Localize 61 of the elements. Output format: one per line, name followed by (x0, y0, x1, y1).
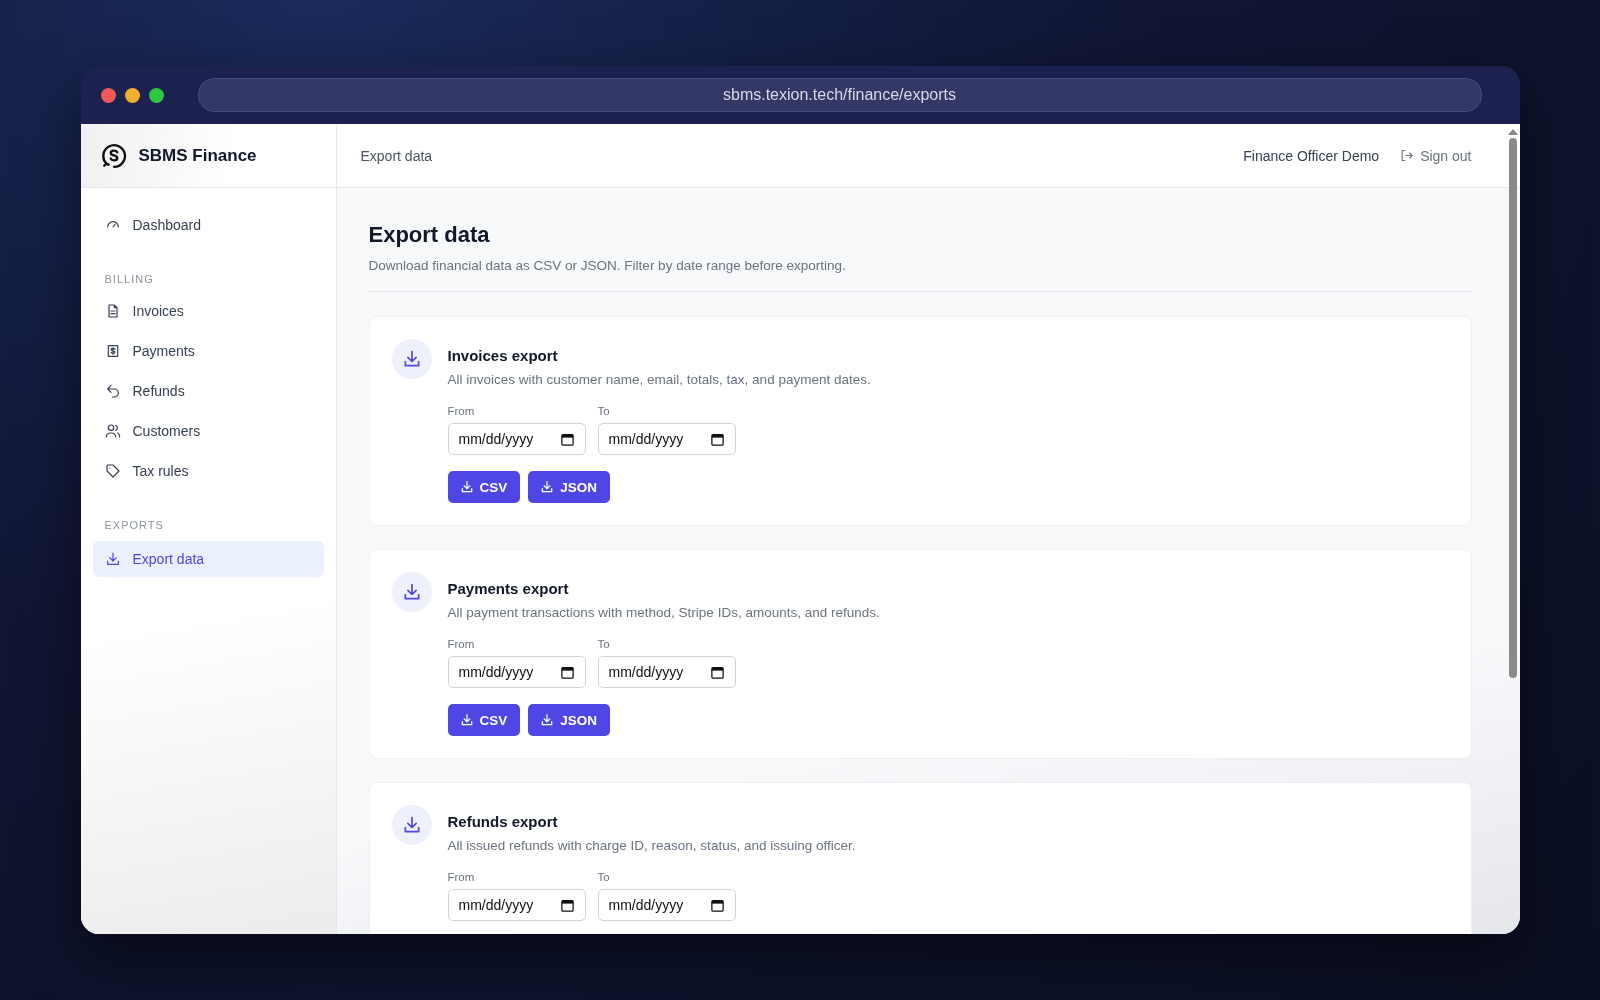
sidebar-item[interactable]: Customers (92, 411, 324, 451)
download-icon (459, 480, 474, 494)
field-label: From (447, 405, 476, 417)
card-title: Payments export (447, 580, 570, 597)
calendar-icon[interactable] (559, 664, 575, 680)
calendar-icon[interactable] (709, 897, 725, 913)
sidebar-item[interactable]: Dashboard (92, 205, 324, 245)
sidebar-item[interactable]: Tax rules (92, 451, 324, 491)
minimize-dot[interactable] (124, 87, 140, 103)
field-label: To (597, 871, 611, 883)
field-label: To (597, 638, 611, 650)
nav-icon (104, 551, 121, 567)
card-description: All invoices with customer name, email, totals, tax, and payment dates. (447, 372, 871, 387)
download-icon (540, 713, 555, 727)
brand-name: SBMS Finance (138, 145, 257, 166)
sidebar-item[interactable]: Invoices (92, 291, 324, 331)
breadcrumb: Export data (360, 147, 434, 164)
field-label: To (597, 405, 611, 417)
sidebar-item[interactable]: Export data (92, 541, 324, 577)
sidebar-item[interactable]: Payments (92, 331, 324, 371)
download-icon (459, 713, 474, 727)
nav-icon (104, 383, 121, 399)
download-button[interactable]: CSV (447, 704, 521, 736)
logo-icon (100, 142, 127, 169)
calendar-icon[interactable] (559, 431, 575, 447)
scroll-up-icon[interactable] (1507, 129, 1518, 135)
sign-out-icon (1399, 148, 1415, 163)
sign-out-link[interactable]: Sign out (1399, 147, 1472, 164)
date-field[interactable]: mm/dd/yyyy (597, 889, 736, 921)
date-field[interactable]: mm/dd/yyyy (597, 656, 736, 688)
date-field[interactable]: mm/dd/yyyy (447, 656, 586, 688)
calendar-icon[interactable] (709, 664, 725, 680)
download-icon (391, 339, 432, 379)
nav-icon (104, 463, 121, 479)
sidebar-item[interactable]: Refunds (92, 371, 324, 411)
page-subtitle: Download financial data as CSV or JSON. Filter by date range before exporting. (368, 258, 847, 273)
download-button[interactable]: JSON (528, 704, 611, 736)
download-button[interactable]: CSV (447, 471, 521, 503)
card-description: All issued refunds with charge ID, reason, status, and issuing officer. (447, 838, 856, 853)
field-label: From (447, 638, 476, 650)
close-dot[interactable] (100, 87, 116, 103)
download-icon (540, 480, 555, 494)
calendar-icon[interactable] (559, 897, 575, 913)
download-icon (391, 805, 432, 845)
card-title: Invoices export (447, 347, 559, 364)
address-bar[interactable]: sbms.texion.tech/finance/exports (197, 78, 1482, 112)
page-title: Export data (368, 222, 491, 248)
section-heading: EXPORTS (103, 518, 165, 533)
card-title: Refunds export (447, 813, 559, 830)
date-field[interactable]: mm/dd/yyyy (447, 889, 586, 921)
date-field[interactable]: mm/dd/yyyy (447, 423, 586, 455)
maximize-dot[interactable] (148, 87, 164, 103)
download-button[interactable]: JSON (528, 471, 611, 503)
date-field[interactable]: mm/dd/yyyy (597, 423, 736, 455)
field-label: From (447, 871, 476, 883)
nav-icon (104, 423, 121, 439)
download-icon (391, 572, 432, 612)
user-name: Finance Officer Demo (1243, 147, 1380, 164)
calendar-icon[interactable] (709, 431, 725, 447)
section-heading: BILLING (103, 272, 155, 287)
card-description: All payment transactions with method, Stripe IDs, amounts, and refunds. (447, 605, 880, 620)
